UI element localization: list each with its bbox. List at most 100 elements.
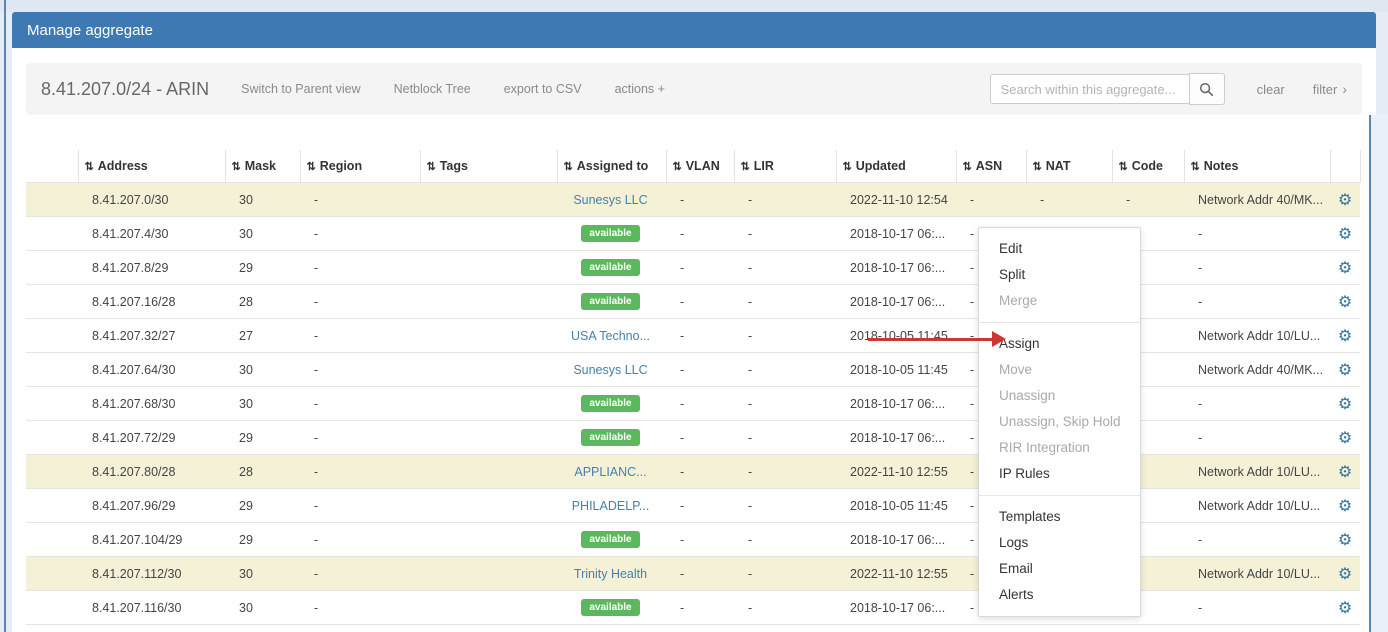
column-header-lir[interactable]: ⇅LIR	[734, 150, 836, 183]
menu-item-email[interactable]: Email	[979, 556, 1140, 582]
column-header-mask[interactable]: ⇅Mask	[225, 150, 300, 183]
column-header-code[interactable]: ⇅Code	[1112, 150, 1184, 183]
table-row: 8.41.207.64/3030-Sunesys LLC--2018-10-05…	[26, 353, 1360, 387]
column-header-notes[interactable]: ⇅Notes	[1184, 150, 1330, 183]
menu-item-split[interactable]: Split	[979, 262, 1140, 288]
updated-cell: 2018-10-17 06:...	[836, 421, 956, 455]
sort-icon: ⇅	[85, 161, 94, 173]
column-header-region[interactable]: ⇅Region	[300, 150, 420, 183]
address-cell: 8.41.207.116/30	[78, 591, 225, 625]
gear-icon[interactable]: ⚙	[1338, 396, 1352, 413]
gear-icon[interactable]: ⚙	[1338, 226, 1352, 243]
row-spacer-cell	[26, 319, 78, 353]
lir-cell: -	[734, 183, 836, 217]
tags-cell	[420, 183, 557, 217]
column-header-vlan[interactable]: ⇅VLAN	[666, 150, 734, 183]
column-header-asn[interactable]: ⇅ASN	[956, 150, 1026, 183]
address-cell: 8.41.207.0/30	[78, 183, 225, 217]
page-background-right	[1371, 115, 1388, 632]
assigned-to-link[interactable]: Sunesys LLC	[573, 363, 647, 377]
region-cell: -	[300, 523, 420, 557]
updated-cell: 2018-10-17 06:...	[836, 217, 956, 251]
row-spacer-cell	[26, 421, 78, 455]
assigned-to-cell: Sunesys LLC	[557, 353, 666, 387]
address-cell: 8.41.207.80/28	[78, 455, 225, 489]
lir-cell: -	[734, 251, 836, 285]
assigned-to-link[interactable]: Trinity Health	[574, 567, 647, 581]
tags-cell	[420, 319, 557, 353]
region-cell: -	[300, 387, 420, 421]
table-header: ⇅Address⇅Mask⇅Region⇅Tags⇅Assigned to⇅VL…	[26, 150, 1360, 183]
toolbar-link-export-to-csv[interactable]: export to CSV	[504, 82, 582, 96]
column-header-nat[interactable]: ⇅NAT	[1026, 150, 1112, 183]
address-cell: 8.41.207.72/29	[78, 421, 225, 455]
updated-cell: 2022-11-10 12:54	[836, 183, 956, 217]
column-header-updated[interactable]: ⇅Updated	[836, 150, 956, 183]
mask-cell: 28	[225, 455, 300, 489]
toolbar-link-switch-to-parent-view[interactable]: Switch to Parent view	[241, 82, 361, 96]
vlan-cell: -	[666, 557, 734, 591]
assigned-to-link[interactable]: USA Techno...	[571, 329, 650, 343]
toolbar-link-netblock-tree[interactable]: Netblock Tree	[394, 82, 471, 96]
row-actions-cell: ⚙	[1330, 183, 1360, 217]
updated-cell: 2018-10-17 06:...	[836, 523, 956, 557]
notes-cell: -	[1184, 217, 1330, 251]
filter-button[interactable]: filter›	[1313, 81, 1347, 97]
gear-icon[interactable]: ⚙	[1338, 362, 1352, 379]
notes-cell: Network Addr 10/LU...	[1184, 455, 1330, 489]
gear-icon[interactable]: ⚙	[1338, 498, 1352, 515]
mask-cell: 29	[225, 251, 300, 285]
vlan-cell: -	[666, 489, 734, 523]
gear-icon[interactable]: ⚙	[1338, 600, 1352, 617]
menu-item-alerts[interactable]: Alerts	[979, 582, 1140, 608]
row-spacer-cell	[26, 523, 78, 557]
row-actions-cell: ⚙	[1330, 455, 1360, 489]
search-button[interactable]	[1189, 73, 1225, 105]
address-cell: 8.41.207.32/27	[78, 319, 225, 353]
row-actions-cell: ⚙	[1330, 387, 1360, 421]
menu-divider	[979, 495, 1140, 496]
menu-item-templates[interactable]: Templates	[979, 504, 1140, 530]
gear-icon[interactable]: ⚙	[1338, 566, 1352, 583]
assigned-to-cell: Sunesys LLC	[557, 183, 666, 217]
menu-item-edit[interactable]: Edit	[979, 236, 1140, 262]
assigned-to-cell: available	[557, 217, 666, 251]
tags-cell	[420, 557, 557, 591]
table-row: 8.41.207.32/2727-USA Techno...--2018-10-…	[26, 319, 1360, 353]
vlan-cell: -	[666, 183, 734, 217]
gear-icon[interactable]: ⚙	[1338, 294, 1352, 311]
gear-icon[interactable]: ⚙	[1338, 532, 1352, 549]
menu-item-logs[interactable]: Logs	[979, 530, 1140, 556]
window-frame-right	[1369, 115, 1371, 632]
region-cell: -	[300, 455, 420, 489]
gear-icon[interactable]: ⚙	[1338, 430, 1352, 447]
gear-icon[interactable]: ⚙	[1338, 260, 1352, 277]
gear-icon[interactable]: ⚙	[1338, 464, 1352, 481]
row-spacer-cell	[26, 251, 78, 285]
column-header-tags[interactable]: ⇅Tags	[420, 150, 557, 183]
tags-cell	[420, 591, 557, 625]
gear-icon[interactable]: ⚙	[1338, 192, 1352, 209]
notes-cell: Network Addr 10/LU...	[1184, 319, 1330, 353]
lir-cell: -	[734, 489, 836, 523]
column-header-assigned-to[interactable]: ⇅Assigned to	[557, 150, 666, 183]
row-actions-cell: ⚙	[1330, 421, 1360, 455]
updated-cell: 2018-10-17 06:...	[836, 591, 956, 625]
column-header-address[interactable]: ⇅Address	[78, 150, 225, 183]
search-input[interactable]	[990, 74, 1190, 104]
window-frame-left	[4, 0, 6, 632]
gear-icon[interactable]: ⚙	[1338, 328, 1352, 345]
assigned-to-link[interactable]: Sunesys LLC	[573, 193, 647, 207]
clear-button[interactable]: clear	[1257, 82, 1285, 97]
assigned-to-link[interactable]: APPLIANC...	[574, 465, 646, 479]
row-spacer-cell	[26, 353, 78, 387]
region-cell: -	[300, 251, 420, 285]
table-row: 8.41.207.4/3030-available--2018-10-17 06…	[26, 217, 1360, 251]
assigned-to-link[interactable]: PHILADELP...	[572, 499, 650, 513]
menu-item-ip-rules[interactable]: IP Rules	[979, 461, 1140, 487]
mask-cell: 29	[225, 489, 300, 523]
search-group	[990, 73, 1225, 105]
lir-cell: -	[734, 285, 836, 319]
toolbar-link-actions[interactable]: actions +	[615, 82, 665, 96]
address-cell: 8.41.207.96/29	[78, 489, 225, 523]
